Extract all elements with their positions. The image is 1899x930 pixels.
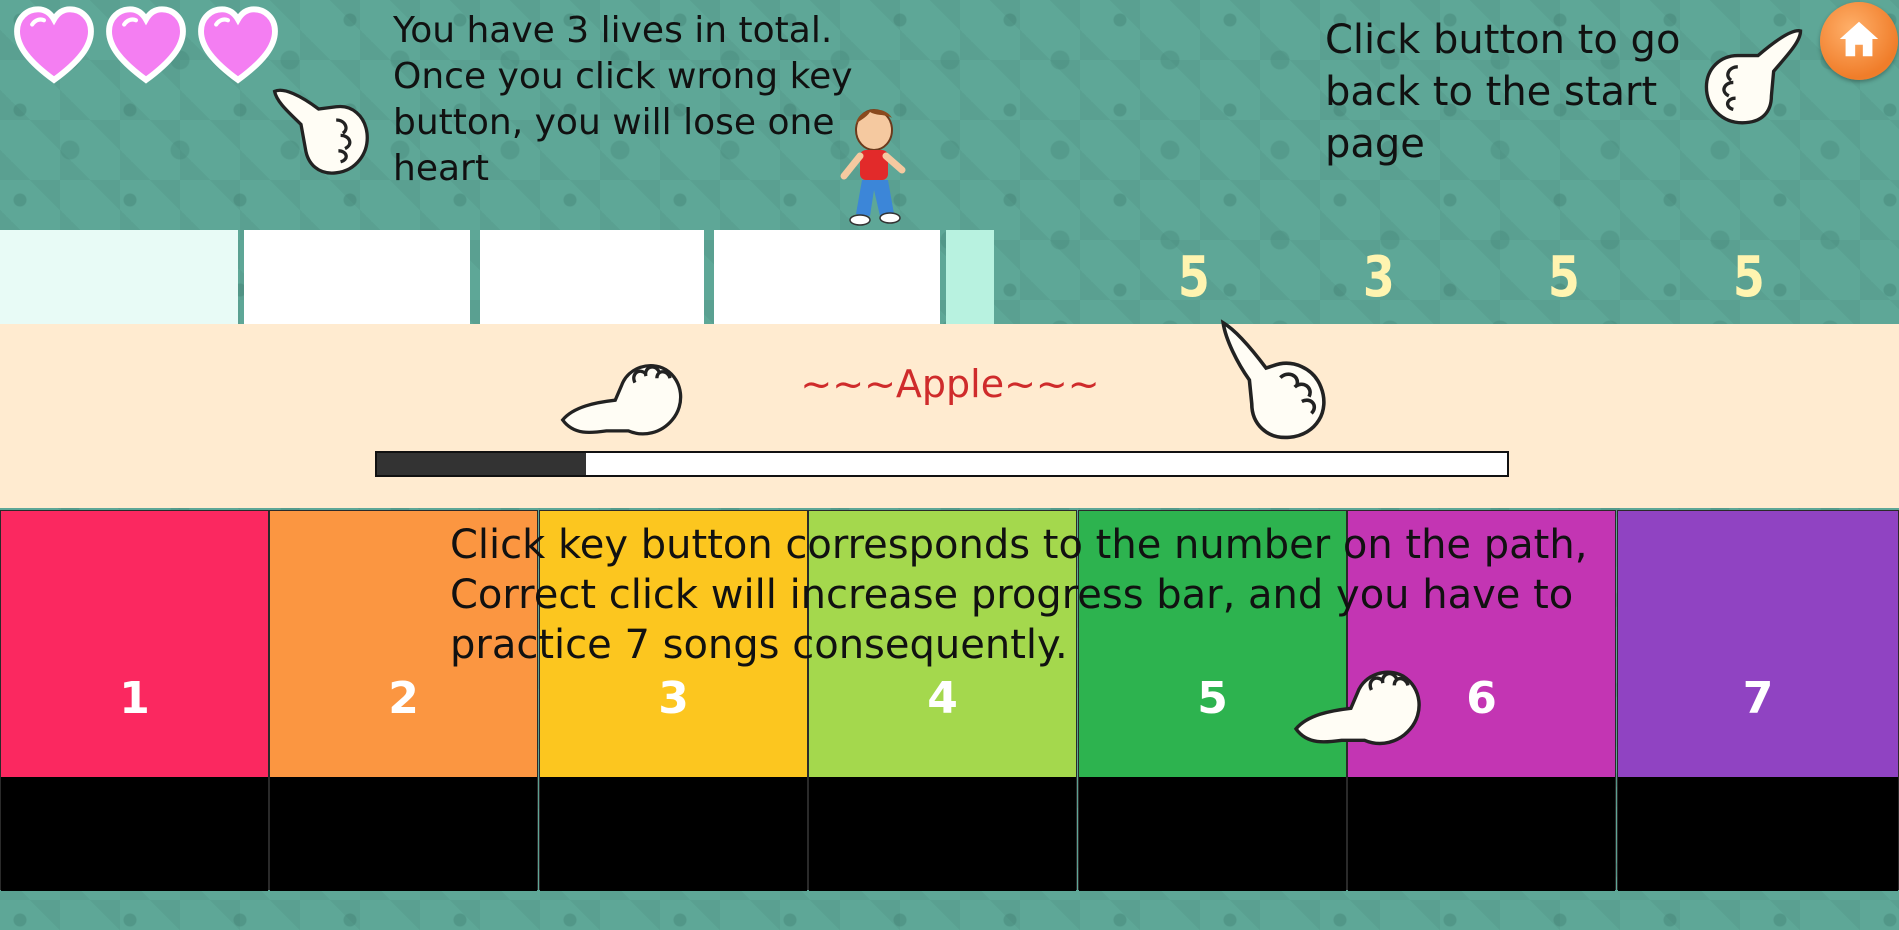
path-tile <box>480 230 704 324</box>
lives-hint-line: button, you will lose one <box>393 102 835 143</box>
heart-icon <box>14 6 94 84</box>
home-icon <box>1839 21 1879 57</box>
instruction-line: Click key button corresponds to the numb… <box>450 522 1588 568</box>
path-number: 3 <box>1362 245 1395 310</box>
home-hint-line: back to the start <box>1325 69 1658 115</box>
piano-key-7[interactable]: 7 <box>1617 510 1899 891</box>
progress-fill <box>377 453 587 475</box>
instruction-line: practice 7 songs consequently. <box>450 622 1068 668</box>
runner-character <box>840 109 906 226</box>
home-hint-line: page <box>1325 121 1425 167</box>
song-title: ~~~Apple~~~ <box>800 362 1100 406</box>
path-number: 5 <box>1547 245 1580 310</box>
key-label: 4 <box>927 673 958 724</box>
lives-hint: You have 3 lives in total. Once you clic… <box>393 8 853 192</box>
key-base <box>809 777 1076 891</box>
path-number: 5 <box>1177 245 1210 310</box>
pointing-hand-icon <box>1220 319 1326 440</box>
key-label: 3 <box>658 673 689 724</box>
key-label: 2 <box>388 673 419 724</box>
lives-hint-line: Once you click wrong key <box>393 56 853 97</box>
pointing-hand-icon <box>1704 29 1803 125</box>
lives-hint-line: heart <box>393 148 489 189</box>
key-color-area: 1 <box>1 511 268 777</box>
path-tile <box>946 230 994 324</box>
lives-hint-line: You have 3 lives in total. <box>393 10 833 51</box>
key-color-area: 7 <box>1618 511 1898 777</box>
key-label: 1 <box>119 673 150 724</box>
pointing-hand-icon <box>560 364 683 436</box>
path-tile <box>714 230 940 324</box>
instructions: Click key button corresponds to the numb… <box>450 520 1650 670</box>
heart-icon <box>106 6 186 84</box>
key-base <box>1079 777 1346 891</box>
key-label: 7 <box>1742 673 1774 724</box>
path-number: 5 <box>1732 245 1765 310</box>
home-hint-line: Click button to go <box>1325 17 1681 63</box>
home-hint: Click button to go back to the start pag… <box>1325 14 1680 170</box>
pointing-hand-icon <box>1293 670 1421 746</box>
home-button[interactable] <box>1820 2 1898 80</box>
key-base <box>270 777 537 891</box>
piano-key-1[interactable]: 1 <box>0 510 269 891</box>
path-tile <box>0 230 238 324</box>
key-base <box>540 777 807 891</box>
path-tile <box>244 230 470 324</box>
key-base <box>1 777 268 891</box>
key-base <box>1618 777 1898 891</box>
song-panel <box>0 324 1899 508</box>
key-base <box>1348 777 1615 891</box>
pointing-hand-icon <box>272 88 369 175</box>
instruction-line: Correct click will increase progress bar… <box>450 572 1574 618</box>
song-progress-bar <box>375 451 1509 477</box>
